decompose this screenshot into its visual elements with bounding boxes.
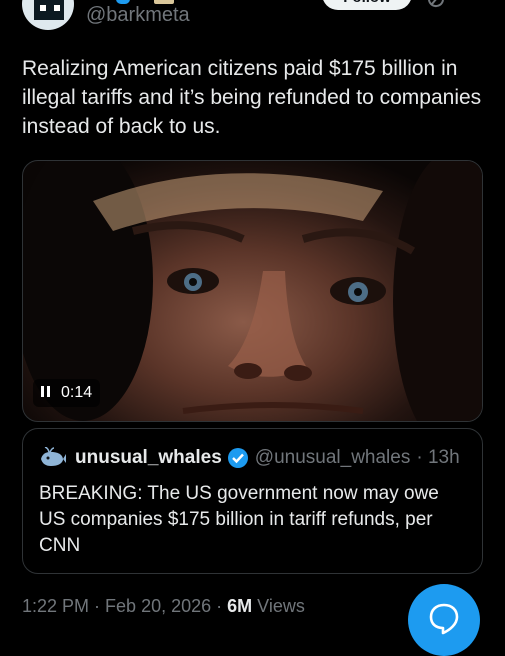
author-avatar[interactable] bbox=[22, 0, 74, 30]
quoted-tweet[interactable]: unusual_whales @unusual_whales · 13h BRE… bbox=[22, 428, 483, 574]
tweet-time[interactable]: 1:22 PM bbox=[22, 596, 89, 616]
views-label: Views bbox=[257, 596, 305, 616]
quoted-tweet-header: unusual_whales @unusual_whales · 13h bbox=[39, 447, 460, 469]
views-count: 6M bbox=[227, 596, 253, 616]
quoted-author-handle[interactable]: @unusual_whales bbox=[255, 447, 411, 469]
follow-button[interactable]: Follow bbox=[322, 0, 412, 10]
tweet-text: Realizing American citizens paid $175 bi… bbox=[22, 57, 482, 138]
verified-badge-icon bbox=[227, 448, 248, 468]
quoted-tweet-text: BREAKING: The US government now may owe … bbox=[39, 483, 439, 556]
quoted-tweet-age: · 13h bbox=[416, 447, 460, 468]
video-time: 0:14 bbox=[61, 384, 93, 401]
avatar-eye bbox=[54, 5, 60, 11]
avatar-eye bbox=[40, 5, 46, 11]
chat-bubble-icon bbox=[429, 603, 459, 635]
tweet-date[interactable]: Feb 20, 2026 bbox=[105, 596, 211, 616]
grok-icon[interactable] bbox=[426, 0, 446, 8]
whale-icon bbox=[41, 447, 66, 466]
tweet-meta: 1:22 PM · Feb 20, 2026 · 6M Views bbox=[22, 596, 305, 616]
video-player[interactable]: 0:14 bbox=[22, 160, 483, 422]
pause-icon[interactable] bbox=[41, 384, 53, 402]
video-time-chip[interactable]: 0:14 bbox=[33, 379, 101, 407]
compose-button[interactable] bbox=[408, 584, 480, 656]
quoted-author-name[interactable]: unusual_whales bbox=[75, 447, 222, 469]
author-handle[interactable]: @barkmeta bbox=[86, 4, 190, 27]
